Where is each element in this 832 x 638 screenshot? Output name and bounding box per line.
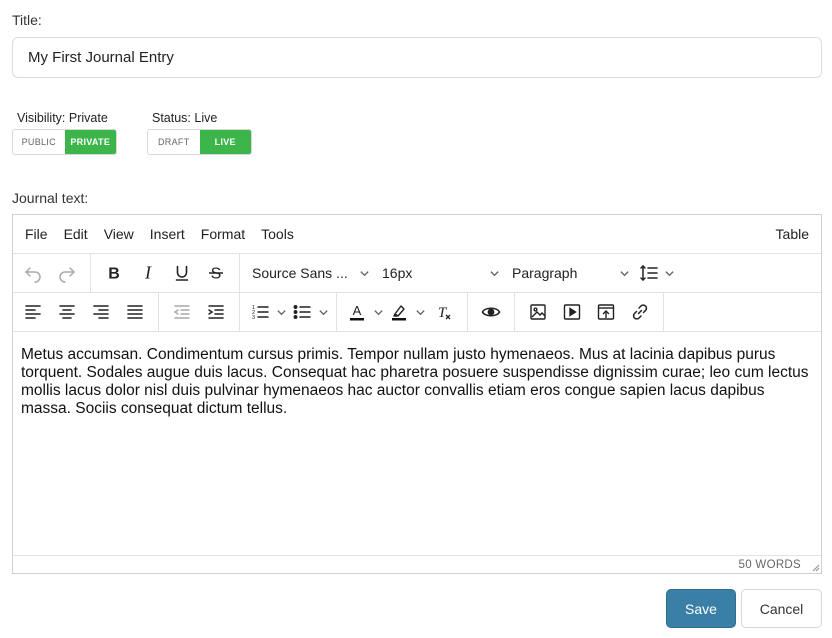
media-icon[interactable] — [555, 297, 589, 327]
save-button[interactable]: Save — [666, 589, 736, 628]
status-draft-button[interactable]: DRAFT — [148, 130, 200, 154]
align-left-icon[interactable] — [16, 297, 50, 327]
status-live-button[interactable]: LIVE — [199, 130, 251, 154]
clear-formatting-icon[interactable]: T — [427, 297, 461, 327]
menu-table[interactable]: Table — [768, 226, 821, 242]
image-icon[interactable] — [521, 297, 555, 327]
editor-toolbar-primary: B I S Source Sans ... 16px Paragraph — [13, 254, 821, 293]
svg-text:A: A — [353, 303, 362, 318]
outdent-icon[interactable] — [165, 297, 199, 327]
highlight-icon[interactable] — [385, 297, 413, 327]
visibility-label: Visibility: Private — [17, 111, 108, 125]
editor-toolbar-secondary: 123 A T — [13, 293, 821, 332]
cancel-button[interactable]: Cancel — [741, 589, 822, 628]
editor-content[interactable]: Metus accumsan. Condimentum cursus primi… — [13, 332, 821, 555]
svg-text:S: S — [211, 266, 222, 283]
text-color-icon[interactable]: A — [343, 297, 371, 327]
resize-handle-icon[interactable] — [810, 562, 820, 572]
chevron-down-icon — [620, 270, 629, 276]
status-toggle: DRAFT LIVE — [147, 129, 252, 155]
chevron-down-icon — [360, 270, 369, 276]
bullet-list-icon[interactable] — [288, 297, 316, 327]
font-family-value: Source Sans ... — [252, 265, 348, 281]
chevron-down-icon[interactable] — [274, 297, 288, 327]
visibility-toggle: PUBLIC PRIVATE — [12, 129, 117, 155]
link-icon[interactable] — [623, 297, 657, 327]
svg-text:3: 3 — [252, 315, 255, 321]
rich-text-editor: File Edit View Insert Format Tools Table… — [12, 214, 822, 574]
italic-icon[interactable]: I — [131, 258, 165, 288]
undo-icon[interactable] — [16, 258, 50, 288]
title-input[interactable] — [12, 37, 822, 78]
underline-icon[interactable] — [165, 258, 199, 288]
svg-text:I: I — [144, 263, 152, 283]
indent-icon[interactable] — [199, 297, 233, 327]
menu-view[interactable]: View — [96, 226, 142, 242]
chevron-down-icon[interactable] — [316, 297, 330, 327]
visibility-public-button[interactable]: PUBLIC — [13, 130, 65, 154]
chevron-down-icon[interactable] — [371, 297, 385, 327]
strikethrough-icon[interactable]: S — [199, 258, 233, 288]
editor-menubar: File Edit View Insert Format Tools Table — [13, 215, 821, 254]
word-count: 50 WORDS — [738, 558, 801, 571]
font-size-select[interactable]: 16px — [376, 258, 506, 288]
title-label: Title: — [12, 12, 42, 28]
preview-icon[interactable] — [474, 297, 508, 327]
status-label: Status: Live — [152, 111, 218, 125]
block-format-value: Paragraph — [512, 265, 578, 281]
embed-icon[interactable] — [589, 297, 623, 327]
numbered-list-icon[interactable]: 123 — [246, 297, 274, 327]
block-format-select[interactable]: Paragraph — [506, 258, 636, 288]
menu-tools[interactable]: Tools — [253, 226, 302, 242]
chevron-down-icon[interactable] — [413, 297, 427, 327]
svg-text:B: B — [108, 266, 120, 283]
align-center-icon[interactable] — [50, 297, 84, 327]
font-family-select[interactable]: Source Sans ... — [246, 258, 376, 288]
align-justify-icon[interactable] — [118, 297, 152, 327]
bold-icon[interactable]: B — [97, 258, 131, 288]
journal-text-label: Journal text: — [12, 190, 89, 206]
menu-insert[interactable]: Insert — [142, 226, 193, 242]
line-height-control[interactable] — [636, 258, 676, 288]
visibility-private-button[interactable]: PRIVATE — [64, 130, 116, 154]
menu-edit[interactable]: Edit — [56, 226, 96, 242]
redo-icon[interactable] — [50, 258, 84, 288]
menu-format[interactable]: Format — [193, 226, 253, 242]
chevron-down-icon — [490, 270, 499, 276]
font-size-value: 16px — [382, 265, 413, 281]
line-height-icon[interactable] — [636, 258, 662, 288]
menu-file[interactable]: File — [13, 226, 56, 242]
chevron-down-icon[interactable] — [662, 258, 676, 288]
align-right-icon[interactable] — [84, 297, 118, 327]
editor-statusbar: 50 WORDS — [13, 555, 821, 573]
